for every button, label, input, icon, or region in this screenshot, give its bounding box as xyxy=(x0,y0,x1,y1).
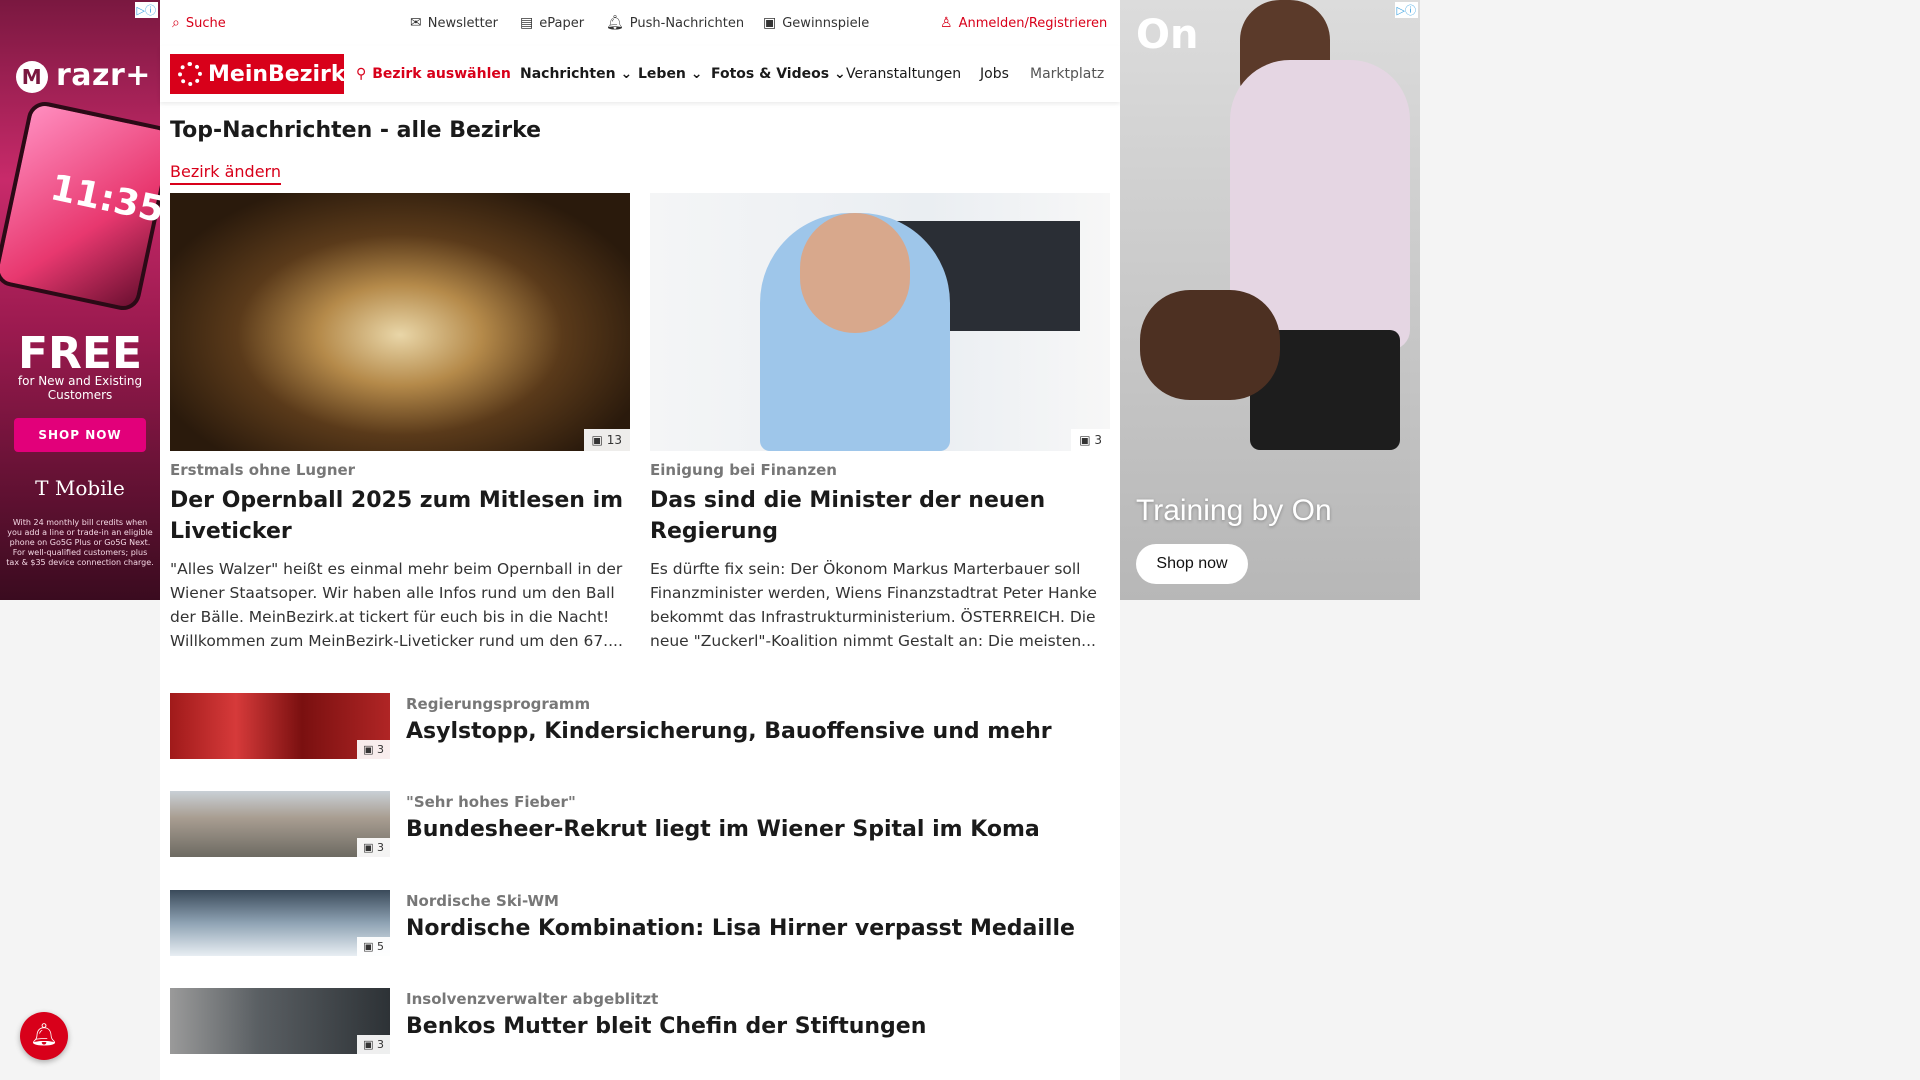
article-thumbnail[interactable]: ▣ 3 xyxy=(170,693,390,759)
article-teaser: "Alles Walzer" heißt es einmal mehr beim… xyxy=(170,560,623,650)
ad-shop-button[interactable]: SHOP NOW xyxy=(14,418,146,452)
notification-bell-button[interactable]: 🔔︎ xyxy=(20,1012,68,1060)
photo-count-badge: ▣ 3 xyxy=(357,838,390,857)
site-logo[interactable]: MeinBezirk xyxy=(170,54,346,94)
left-ad[interactable]: ▷ⓘ Mrazr+ 11:35 FREE for New and Existin… xyxy=(0,0,160,600)
search-link[interactable]: ⌕ Suche xyxy=(172,15,226,31)
nav-leben[interactable]: Leben ⌄ xyxy=(638,66,703,82)
article-headline[interactable]: Asylstopp, Kindersicherung, Bauoffensive… xyxy=(406,719,1052,744)
chevron-down-icon: ⌄ xyxy=(620,66,633,82)
nav-fotos-videos[interactable]: Fotos & Videos ⌄ xyxy=(711,66,846,82)
main-column: ⌕ Suche ✉ Newsletter ▤ ePaper 🔔︎ Push-Nachri… xyxy=(160,0,1120,1080)
tmobile-logo: T Mobile xyxy=(35,476,125,500)
bell-icon: 🔔︎ xyxy=(606,15,624,31)
gallery-icon: ▣ xyxy=(591,433,603,447)
ad-subtext: for New and Existing Customers xyxy=(17,374,143,402)
article-kicker: Erstmals ohne Lugner xyxy=(170,461,356,479)
article-kicker: Regierungsprogramm xyxy=(406,695,591,713)
photo-count-badge: ▣ 3 xyxy=(357,1035,390,1054)
top-utility-bar: ⌕ Suche ✉ Newsletter ▤ ePaper 🔔︎ Push-Nachri… xyxy=(160,0,1120,46)
chevron-down-icon: ⌄ xyxy=(833,66,846,82)
right-ad[interactable]: ▷ⓘ On Training by On Shop now xyxy=(1120,0,1420,600)
page-title: Top-Nachrichten - alle Bezirke xyxy=(170,118,542,143)
user-icon: ♙ xyxy=(940,15,953,31)
article-headline[interactable]: Nordische Kombination: Lisa Hirner verpa… xyxy=(406,916,1075,941)
nav-jobs[interactable]: Jobs xyxy=(980,66,1009,82)
article-kicker: "Sehr hohes Fieber" xyxy=(406,793,576,811)
bell-icon: 🔔︎ xyxy=(30,1023,58,1048)
gallery-icon: ▣ xyxy=(363,841,374,854)
list-item[interactable]: ▣ 5 Nordische Ski-WM Nordische Kombinati… xyxy=(170,890,1110,956)
article-headline[interactable]: Bundesheer-Rekrut liegt im Wiener Spital… xyxy=(406,817,1040,842)
on-logo: On xyxy=(1136,12,1199,58)
phone-time: 11:35 xyxy=(46,167,160,232)
ad-person-leg xyxy=(1140,290,1280,400)
location-pin-icon: ⚲ xyxy=(356,66,367,82)
featured-article[interactable]: ▣ 3 Einigung bei Finanzen Das sind die M… xyxy=(650,193,1110,653)
bezirk-select[interactable]: ⚲ Bezirk auswählen xyxy=(356,66,511,82)
list-item[interactable]: ▣ 3 "Sehr hohes Fieber" Bundesheer-Rekru… xyxy=(170,791,1110,857)
article-image[interactable]: ▣ 13 xyxy=(170,193,630,451)
adchoices-icon[interactable]: ▷ⓘ xyxy=(1394,2,1418,18)
search-icon: ⌕ xyxy=(172,15,180,31)
newsletter-link[interactable]: ✉ Newsletter xyxy=(410,15,498,31)
featured-article[interactable]: ▣ 13 Erstmals ohne Lugner Der Opernball … xyxy=(170,193,630,653)
article-headline[interactable]: Benkos Mutter bleit Chefin der Stiftunge… xyxy=(406,1014,926,1039)
article-kicker: Nordische Ski-WM xyxy=(406,892,559,910)
list-item[interactable]: ▣ 3 Insolvenzverwalter abgeblitzt Benkos… xyxy=(170,988,1110,1054)
motorola-logo-icon: M xyxy=(16,60,48,93)
list-item[interactable]: ▣ 3 Regierungsprogramm Asylstopp, Kinder… xyxy=(170,693,1110,759)
adchoices-icon[interactable]: ▷ⓘ xyxy=(134,2,158,18)
epaper-link[interactable]: ▤ ePaper xyxy=(520,15,584,31)
ad-shop-now-button[interactable]: Shop now xyxy=(1136,544,1248,584)
gallery-icon: ▣ xyxy=(363,1038,374,1051)
article-thumbnail[interactable]: ▣ 3 xyxy=(170,988,390,1054)
logo-text: MeinBezirk xyxy=(208,62,346,87)
article-kicker: Einigung bei Finanzen xyxy=(650,461,837,479)
gift-icon: ▣ xyxy=(763,15,777,31)
article-thumbnail[interactable]: ▣ 3 xyxy=(170,791,390,857)
gallery-icon: ▣ xyxy=(363,743,374,756)
nav-marktplatz[interactable]: Marktplatz xyxy=(1030,66,1110,82)
newspaper-icon: ▤ xyxy=(520,15,534,31)
photo-count-badge: ▣ 3 xyxy=(1071,429,1110,451)
photo-count-badge: ▣ 13 xyxy=(583,429,630,451)
photo-count-badge: ▣ 5 xyxy=(357,937,390,956)
nav-nachrichten[interactable]: Nachrichten ⌄ xyxy=(520,66,632,82)
login-link[interactable]: ♙ Anmelden/Registrieren xyxy=(940,15,1107,31)
image-person-head xyxy=(800,213,910,333)
article-kicker: Insolvenzverwalter abgeblitzt xyxy=(406,990,659,1008)
ad-headline: FREE xyxy=(17,328,143,379)
gallery-icon: ▣ xyxy=(363,940,374,953)
main-nav: MeinBezirk ⚲ Bezirk auswählen Nachrichten… xyxy=(160,46,1120,102)
ad-brand: Mrazr+ xyxy=(16,58,151,93)
photo-count-badge: ▣ 3 xyxy=(357,740,390,759)
gewinnspiele-link[interactable]: ▣ Gewinnspiele xyxy=(763,15,869,31)
article-teaser: Es dürfte fix sein: Der Ökonom Markus Ma… xyxy=(650,560,1097,650)
article-thumbnail[interactable]: ▣ 5 xyxy=(170,890,390,956)
article-headline[interactable]: Das sind die Minister der neuen Regierun… xyxy=(650,485,1110,547)
push-link[interactable]: 🔔︎ Push-Nachrichten xyxy=(606,15,744,31)
mail-icon: ✉ xyxy=(410,15,422,31)
nav-veranstaltungen[interactable]: Veranstaltungen xyxy=(846,66,961,82)
chevron-down-icon: ⌄ xyxy=(690,66,703,82)
logo-sun-icon xyxy=(178,62,202,86)
gallery-icon: ▣ xyxy=(1079,433,1091,447)
article-headline[interactable]: Der Opernball 2025 zum Mitlesen im Livet… xyxy=(170,485,630,547)
article-image[interactable]: ▣ 3 xyxy=(650,193,1110,451)
phone-image: 11:35 xyxy=(0,98,160,314)
bezirk-aendern-link[interactable]: Bezirk ändern xyxy=(170,162,281,185)
ad-fine-print: With 24 monthly bill credits when you ad… xyxy=(6,518,154,567)
ad-headline: Training by On xyxy=(1136,494,1332,527)
